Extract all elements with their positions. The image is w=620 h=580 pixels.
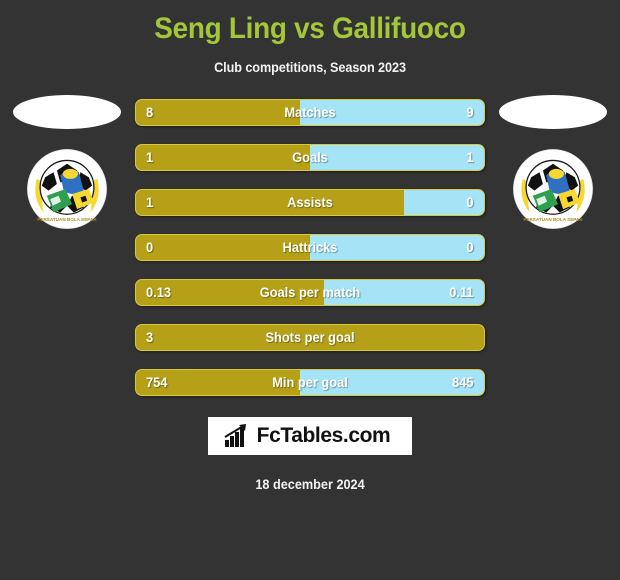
stat-label: Matches — [284, 105, 336, 120]
svg-text:PERSATUAN BOLA SEPAK: PERSATUAN BOLA SEPAK — [37, 217, 97, 222]
stat-label: Hattricks — [282, 240, 338, 255]
stat-value-away: 845 — [452, 375, 474, 390]
stat-row: 0.13 Goals per match 0.11 — [135, 279, 485, 306]
crest-column-right: PERSATUAN BOLA SEPAK — [488, 95, 618, 399]
stat-label: Goals per match — [259, 285, 361, 300]
stat-row: 3 Shots per goal — [135, 324, 485, 351]
stat-value-away: 1 — [466, 150, 474, 165]
stat-label: Goals — [292, 150, 328, 165]
page-subtitle: Club competitions, Season 2023 — [214, 60, 406, 75]
header: Seng Ling vs Gallifuoco Club competition… — [0, 0, 620, 75]
stat-value-away: 0 — [466, 240, 474, 255]
stat-row: 754 Min per goal 845 — [135, 369, 485, 396]
comparison-board: PERSATUAN BOLA SEPAK PERSATUAN BOLA SEPA… — [0, 95, 620, 399]
stat-row: 0 Hattricks 0 — [135, 234, 485, 261]
fctables-logo-text: FcTables.com — [256, 424, 391, 447]
shirt-ellipse-left — [13, 95, 121, 129]
fctables-logo[interactable]: FcTables.com — [207, 417, 413, 455]
stat-row: 1 Assists 0 — [135, 189, 485, 216]
stat-rows: 8 Matches 9 1 Goals 1 1 Assists 0 0 Hattricks 0 0.13… — [135, 99, 485, 414]
stat-value-away: 0 — [466, 195, 474, 210]
stat-value-away: 9 — [466, 105, 474, 120]
stat-label: Shots per goal — [265, 330, 355, 345]
club-crest-right-icon: PERSATUAN BOLA SEPAK — [513, 149, 593, 229]
stat-label: Min per goal — [272, 375, 348, 390]
stat-value-away: 0.11 — [449, 285, 474, 300]
stat-row: 1 Goals 1 — [135, 144, 485, 171]
stat-label: Assists — [287, 195, 333, 210]
crest-column-left: PERSATUAN BOLA SEPAK — [2, 95, 132, 399]
bar-chart-icon — [224, 424, 246, 447]
club-crest-left-icon: PERSATUAN BOLA SEPAK — [27, 149, 107, 229]
stat-row: 8 Matches 9 — [135, 99, 485, 126]
footer-date: 18 december 2024 — [255, 477, 365, 492]
page-title: Seng Ling vs Gallifuoco — [154, 12, 466, 45]
svg-text:PERSATUAN BOLA SEPAK: PERSATUAN BOLA SEPAK — [523, 217, 583, 222]
shirt-ellipse-right — [499, 95, 607, 129]
